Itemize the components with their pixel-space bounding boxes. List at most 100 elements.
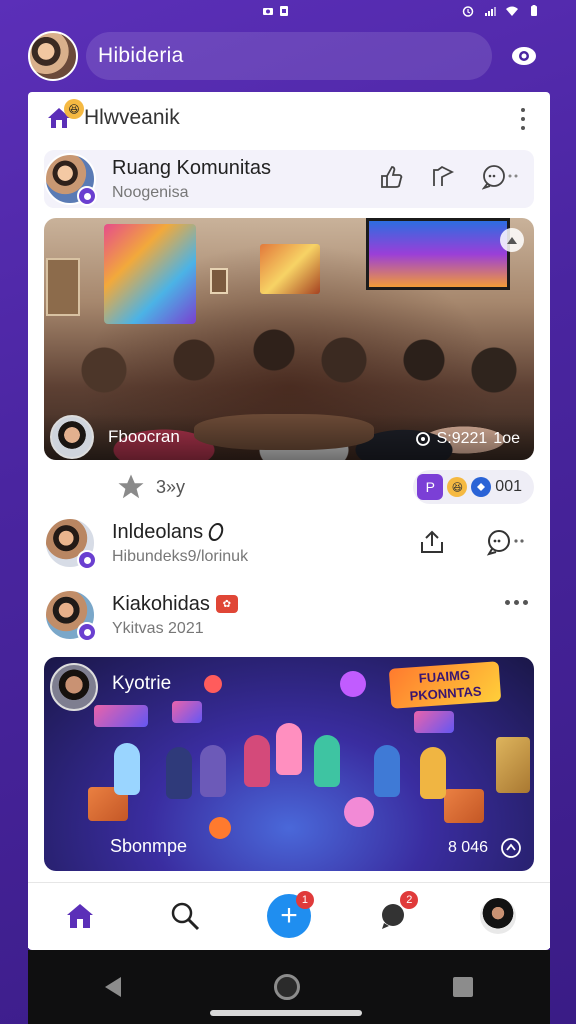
upload-icon[interactable] bbox=[418, 528, 446, 556]
game-post-caption: Sbonmpe bbox=[110, 836, 188, 856]
wifi-icon bbox=[506, 6, 518, 16]
community-card[interactable]: Ruang Komunitas Noogenisa bbox=[44, 150, 534, 208]
eye-icon[interactable] bbox=[510, 42, 538, 70]
tv-screen bbox=[366, 218, 510, 290]
game-characters bbox=[114, 717, 474, 827]
photo-overlay: Fboocran S:9221 1oe bbox=[44, 414, 534, 460]
post-item[interactable]: Inldeolans Hibundeks9/lorinuk bbox=[44, 512, 534, 574]
ring-icon bbox=[207, 523, 226, 542]
post-item[interactable]: Kiakohidas ✿ Ykitvas 2021 bbox=[44, 584, 534, 646]
profile-avatar[interactable] bbox=[28, 31, 78, 81]
post-author: Inldeolans bbox=[112, 520, 204, 543]
photo-caption: Fboocran bbox=[108, 427, 180, 446]
nav-chat[interactable]: 2 bbox=[370, 890, 419, 939]
poster-avatar[interactable] bbox=[50, 663, 98, 711]
character bbox=[374, 745, 400, 797]
back-icon[interactable] bbox=[104, 977, 121, 997]
profile-avatar bbox=[479, 897, 516, 934]
emoji-icon: 😆 bbox=[64, 99, 84, 119]
nav-home[interactable] bbox=[57, 893, 103, 939]
game-post-title: Kyotrie bbox=[112, 673, 172, 694]
star-icon[interactable] bbox=[116, 472, 146, 502]
gesture-bar[interactable] bbox=[210, 1010, 362, 1016]
post-avatar bbox=[44, 517, 97, 570]
camera-icon bbox=[263, 8, 273, 15]
reaction-summary[interactable]: P 😆 001 bbox=[413, 470, 534, 504]
nav-search[interactable] bbox=[162, 893, 208, 939]
wall-poster bbox=[260, 244, 320, 294]
nav-profile[interactable] bbox=[475, 893, 521, 939]
verified-badge-icon bbox=[77, 186, 97, 206]
reactions-row: 3»y P 😆 001 bbox=[28, 468, 550, 508]
character bbox=[344, 797, 374, 827]
sim-icon bbox=[280, 6, 288, 16]
like-reaction-icon bbox=[471, 477, 492, 497]
search-icon bbox=[171, 902, 199, 930]
notification-badge: 1 bbox=[295, 890, 314, 909]
orb bbox=[204, 675, 222, 693]
views-suffix: 1oe bbox=[493, 430, 520, 447]
game-banner: FUAIMG PKONNTAS bbox=[388, 661, 502, 709]
poster-avatar[interactable] bbox=[50, 415, 94, 459]
search-placeholder: Hibideria bbox=[98, 44, 184, 67]
recent-apps-icon[interactable] bbox=[453, 977, 474, 997]
favorite-count: 3»y bbox=[156, 476, 186, 497]
notification-badge: 2 bbox=[400, 890, 419, 909]
expand-icon[interactable] bbox=[500, 228, 524, 252]
views-count: S:9221 bbox=[436, 430, 488, 447]
community-name: Ruang Komunitas bbox=[112, 156, 271, 179]
character bbox=[166, 747, 192, 799]
game-post-count: 8 046 bbox=[447, 839, 488, 856]
game-post-stats: 8 046 bbox=[448, 837, 522, 859]
status-bar bbox=[0, 0, 576, 22]
alarm-icon bbox=[462, 6, 474, 17]
feed-header: 😆 Hlwveanik bbox=[28, 92, 550, 144]
post-subtitle: Ykitvas 2021 bbox=[112, 619, 204, 637]
system-navigation bbox=[28, 950, 550, 1024]
red-badge-icon: ✿ bbox=[215, 595, 238, 614]
community-subtitle: Noogenisa bbox=[112, 183, 189, 201]
more-options-icon[interactable] bbox=[520, 108, 526, 130]
share-icon[interactable] bbox=[430, 164, 456, 190]
views-icon bbox=[415, 432, 430, 446]
like-icon[interactable] bbox=[378, 164, 404, 190]
home-icon bbox=[67, 903, 94, 928]
character bbox=[314, 735, 340, 787]
game-post-card[interactable]: FUAIMG PKONNTAS Kyotrie Sbonmpe 8 046 bbox=[44, 657, 534, 871]
post-avatar bbox=[44, 589, 97, 642]
comment-icon[interactable] bbox=[486, 528, 528, 556]
top-bar: Hibideria bbox=[28, 28, 548, 84]
post-author: Kiakohidas bbox=[112, 592, 210, 615]
search-bar[interactable]: Hibideria bbox=[86, 32, 492, 80]
photo-stats: S:9221 1oe bbox=[415, 430, 520, 448]
post-subtitle: Hibundeks9/lorinuk bbox=[112, 547, 249, 565]
character bbox=[244, 735, 270, 787]
wall-frame bbox=[210, 268, 228, 294]
share-icon[interactable] bbox=[500, 837, 522, 859]
character bbox=[420, 747, 446, 799]
orb bbox=[340, 671, 366, 697]
banner-line-2: PKONNTAS bbox=[409, 683, 483, 704]
character bbox=[200, 745, 226, 797]
nav-create[interactable]: + 1 bbox=[266, 890, 314, 939]
signal-icon bbox=[485, 7, 496, 16]
reaction-count: 001 bbox=[495, 478, 522, 495]
verified-badge-icon bbox=[77, 550, 97, 570]
feed-title: Hlwveanik bbox=[84, 106, 180, 129]
character bbox=[276, 723, 302, 775]
favorite-group[interactable]: 3»y bbox=[116, 472, 185, 502]
poster-frame bbox=[496, 737, 530, 793]
battery-icon bbox=[531, 5, 537, 16]
comment-icon[interactable] bbox=[482, 164, 522, 190]
verified-badge-icon bbox=[77, 622, 97, 642]
feed-panel: 😆 Hlwveanik Ruang Komunitas Noogenisa Fb… bbox=[28, 92, 550, 950]
home-icon[interactable]: 😆 bbox=[46, 99, 84, 131]
bottom-navigation: + 1 2 bbox=[28, 882, 550, 948]
laugh-emoji-icon: 😆 bbox=[447, 477, 468, 497]
more-options-icon[interactable] bbox=[505, 600, 528, 605]
post-photo[interactable]: Fboocran S:9221 1oe bbox=[44, 218, 534, 460]
home-button-icon[interactable] bbox=[273, 974, 300, 1000]
character bbox=[114, 743, 140, 795]
reaction-letter-icon: P bbox=[417, 474, 444, 500]
community-avatar bbox=[44, 153, 97, 206]
